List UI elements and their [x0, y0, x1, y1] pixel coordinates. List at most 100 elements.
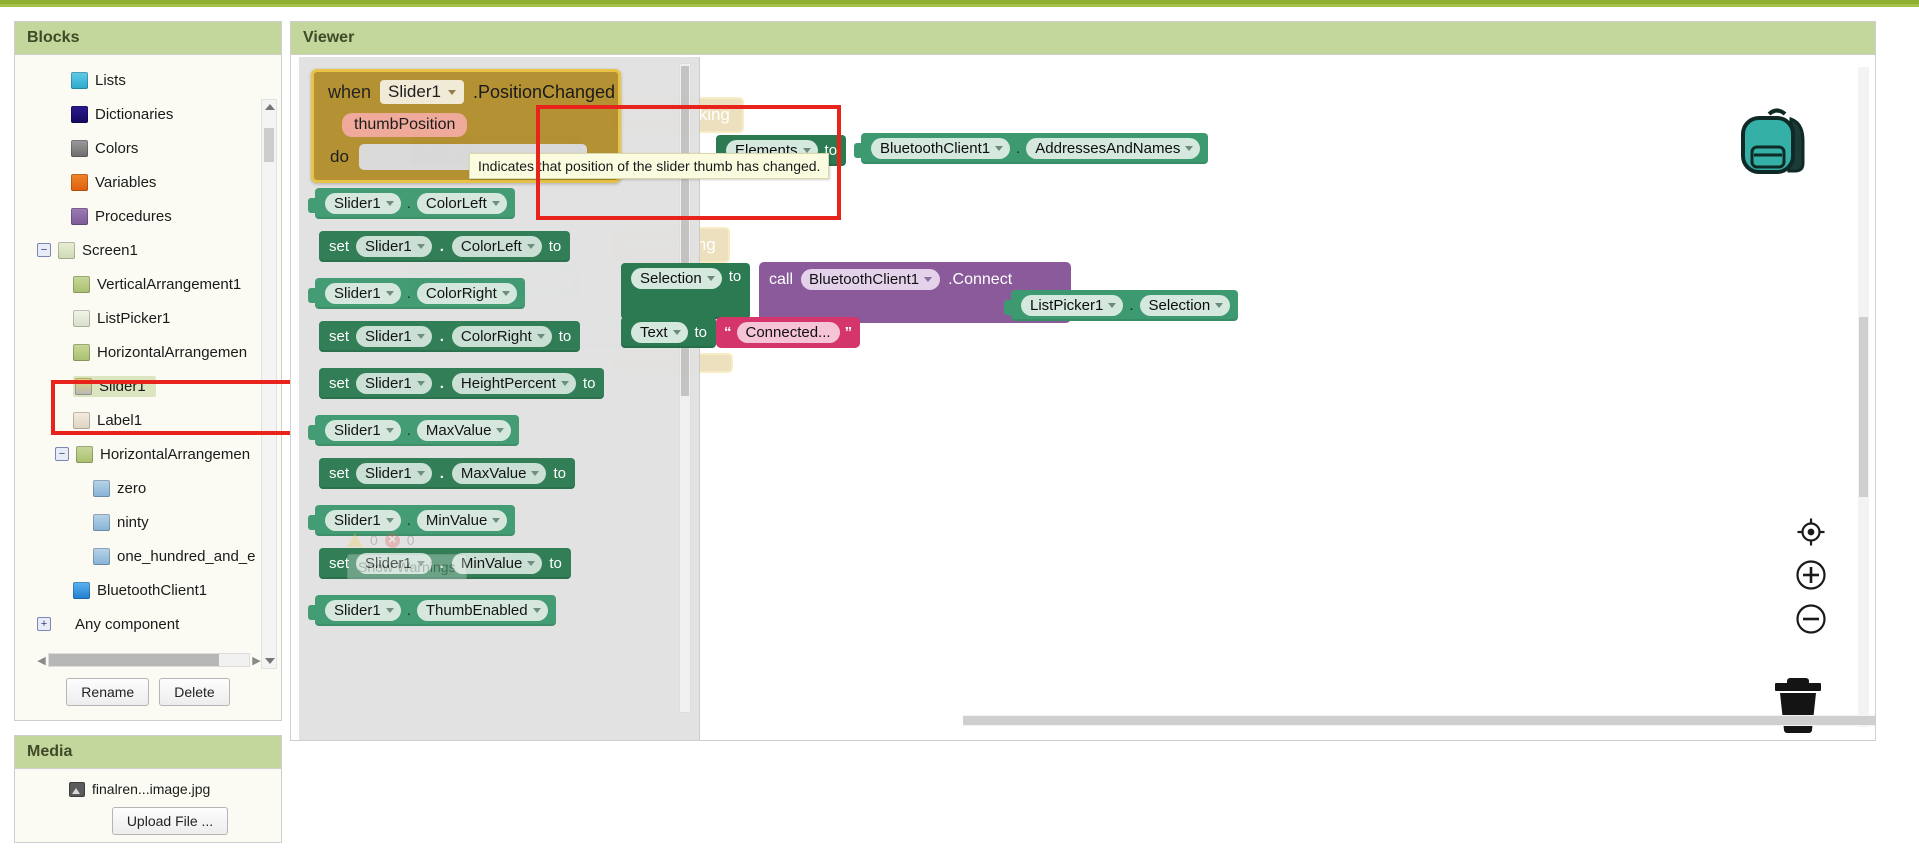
flyout-block-set-slider1-heightpercent[interactable]: set Slider1 . HeightPercent to [319, 368, 605, 399]
property-dropdown[interactable]: MinValue [416, 510, 508, 531]
component-dropdown[interactable]: Slider1 [356, 236, 432, 257]
chevron-down-icon[interactable] [1215, 303, 1224, 308]
chevron-down-icon[interactable] [995, 146, 1004, 151]
chevron-down-icon[interactable] [672, 330, 681, 335]
selection-property-dropdown[interactable]: Selection [631, 268, 722, 289]
chevron-down-icon[interactable] [385, 291, 394, 296]
tree-item-lists[interactable]: Lists [15, 63, 281, 97]
selected-component[interactable]: Slider1 [73, 375, 156, 397]
flyout-block-set-slider1-maxvalue[interactable]: set Slider1 . MaxValue to [319, 458, 575, 489]
media-file-item[interactable]: finalren...image.jpg [15, 781, 281, 797]
flyout-block-set-slider1-colorright[interactable]: set Slider1 . ColorRight to [319, 321, 581, 352]
component-dropdown[interactable]: Slider1 [325, 193, 401, 214]
collapse-expander-icon[interactable]: − [37, 243, 51, 257]
chevron-down-icon[interactable] [492, 518, 501, 523]
blocks-canvas[interactable]: BeforePicking do set ListPicker1 Element… [291, 57, 1875, 740]
backpack-icon[interactable] [1735, 105, 1819, 186]
flyout-block-slider1-thumbenabled-getter[interactable]: Slider1 . ThumbEnabled [308, 595, 556, 626]
chevron-down-icon[interactable] [385, 201, 394, 206]
scrollbar-thumb[interactable] [963, 716, 1875, 725]
property-dropdown[interactable]: MaxValue [451, 463, 547, 484]
tree-item-ninty[interactable]: ninty [15, 505, 281, 539]
scrollbar-thumb[interactable] [49, 654, 219, 666]
property-dropdown[interactable]: ColorLeft [451, 236, 542, 257]
text-property-dropdown[interactable]: Text [631, 322, 688, 343]
rename-button[interactable]: Rename [66, 678, 150, 706]
property-dropdown[interactable]: ColorRight [416, 283, 517, 304]
scrollbar-thumb[interactable] [264, 128, 274, 162]
upload-file-button[interactable]: Upload File ... [111, 807, 229, 835]
canvas-vertical-scrollbar[interactable] [1858, 67, 1869, 727]
chevron-down-icon[interactable] [531, 471, 540, 476]
component-dropdown[interactable]: Slider1 [325, 420, 401, 441]
workspace-set-selection-row[interactable]: Selection to [621, 263, 751, 319]
chevron-down-icon[interactable] [416, 381, 425, 386]
property-dropdown[interactable]: HeightPercent [451, 373, 576, 394]
bluetooth-component-dropdown[interactable]: BluetoothClient1 [801, 269, 941, 290]
tree-item-zero[interactable]: zero [15, 471, 281, 505]
thumbposition-parameter[interactable]: thumbPosition [342, 113, 468, 137]
scrollbar-thumb[interactable] [1859, 317, 1868, 497]
expand-expander-icon[interactable]: + [37, 617, 51, 631]
tree-item-label1[interactable]: Label1 [15, 403, 281, 437]
zoom-out-icon[interactable] [1795, 603, 1827, 635]
slider1-dropdown[interactable]: Slider1 [380, 80, 464, 104]
scroll-up-arrow-icon[interactable] [265, 104, 275, 110]
collapse-expander-icon[interactable]: − [55, 447, 69, 461]
tree-item-any-component[interactable]: + Any component [15, 607, 281, 641]
selection-property-dropdown[interactable]: Selection [1139, 295, 1231, 316]
property-dropdown[interactable]: ColorRight [451, 326, 552, 347]
tree-item-horizontalarrangement2[interactable]: − HorizontalArrangemen [15, 437, 281, 471]
chevron-down-icon[interactable] [526, 244, 535, 249]
tree-item-horizontalarrangement1[interactable]: HorizontalArrangemen [15, 335, 281, 369]
scroll-down-arrow-icon[interactable] [265, 658, 275, 664]
center-workspace-icon[interactable] [1796, 517, 1826, 547]
tree-item-one-hundred-and-e[interactable]: one_hundred_and_e [15, 539, 281, 573]
chevron-down-icon[interactable] [385, 518, 394, 523]
zoom-in-icon[interactable] [1795, 559, 1827, 591]
tree-item-listpicker1[interactable]: ListPicker1 [15, 301, 281, 335]
blocks-tree-horizontal-scrollbar[interactable]: ◀ ▶ [35, 652, 263, 668]
component-dropdown[interactable]: Slider1 [356, 373, 432, 394]
show-warnings-button[interactable]: Show Warnings [347, 554, 467, 580]
flyout-block-slider1-maxvalue-getter[interactable]: Slider1 . MaxValue [308, 415, 520, 446]
chevron-down-icon[interactable] [536, 334, 545, 339]
blocks-tree[interactable]: Lists Dictionaries Colors Variables Proc… [15, 55, 281, 675]
tree-item-slider1[interactable]: Slider1 [15, 369, 281, 403]
chevron-down-icon[interactable] [706, 276, 715, 281]
blocks-tree-vertical-scrollbar[interactable] [261, 99, 277, 669]
chevron-down-icon[interactable] [527, 561, 536, 566]
tree-item-screen1[interactable]: − Screen1 [15, 233, 281, 267]
chevron-down-icon[interactable] [560, 381, 569, 386]
component-dropdown[interactable]: Slider1 [356, 326, 432, 347]
workspace-bluetooth-addresses-getter[interactable]: BluetoothClient1 . AddressesAndNames [854, 133, 1209, 164]
property-dropdown[interactable]: ThumbEnabled [416, 600, 548, 621]
chevron-down-icon[interactable] [532, 608, 541, 613]
workspace-text-string-block[interactable]: “ Connected... ” [716, 317, 861, 348]
canvas-horizontal-scrollbar[interactable] [963, 715, 1875, 726]
chevron-down-icon[interactable] [416, 244, 425, 249]
component-dropdown[interactable]: Slider1 [325, 510, 401, 531]
flyout-block-slider1-colorleft-getter[interactable]: Slider1 . ColorLeft [308, 188, 515, 219]
scroll-left-arrow-icon[interactable]: ◀ [35, 654, 48, 667]
component-dropdown[interactable]: Slider1 [325, 283, 401, 304]
tree-item-verticalarrangement1[interactable]: VerticalArrangement1 [15, 267, 281, 301]
chevron-down-icon[interactable] [1185, 146, 1194, 151]
chevron-down-icon[interactable] [385, 608, 394, 613]
chevron-down-icon[interactable] [501, 291, 510, 296]
property-dropdown[interactable]: MaxValue [416, 420, 512, 441]
tree-item-dictionaries[interactable]: Dictionaries [15, 97, 281, 131]
component-dropdown[interactable]: Slider1 [356, 463, 432, 484]
chevron-down-icon[interactable] [447, 89, 456, 95]
scroll-right-arrow-icon[interactable]: ▶ [250, 654, 263, 667]
text-string-value[interactable]: Connected... [736, 322, 840, 343]
tree-item-variables[interactable]: Variables [15, 165, 281, 199]
chevron-down-icon[interactable] [924, 277, 933, 282]
tree-item-bluetoothclient1[interactable]: BluetoothClient1 [15, 573, 281, 607]
flyout-block-set-slider1-colorleft[interactable]: set Slider1 . ColorLeft to [319, 231, 571, 262]
chevron-down-icon[interactable] [416, 471, 425, 476]
chevron-down-icon[interactable] [416, 334, 425, 339]
scrollbar-track[interactable] [48, 653, 250, 667]
bluetooth-component-dropdown[interactable]: BluetoothClient1 [871, 138, 1011, 159]
flyout-block-slider1-colorright-getter[interactable]: Slider1 . ColorRight [308, 278, 525, 309]
